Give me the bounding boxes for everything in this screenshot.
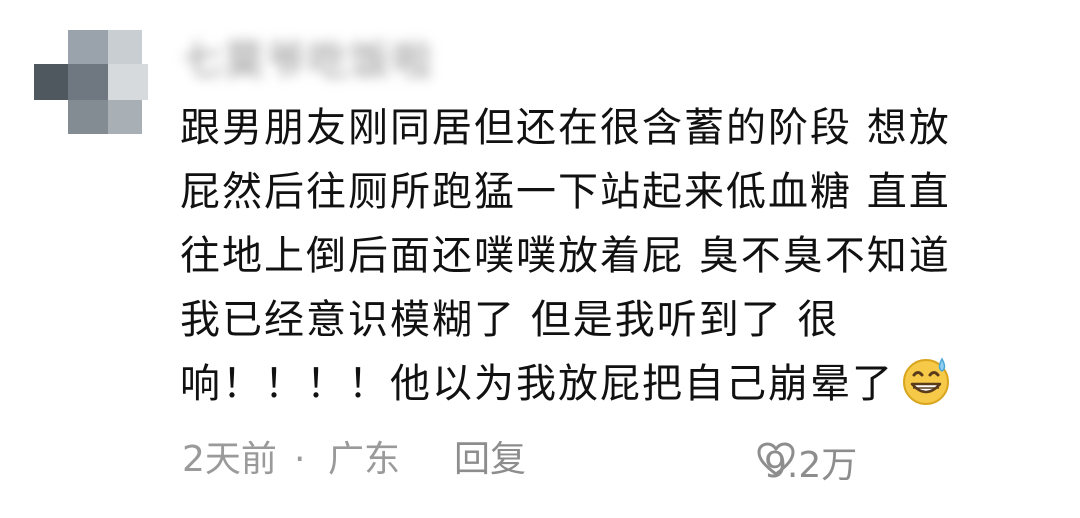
comment-line: 跟男朋友刚同居但还在很含蓄的阶段 想放 bbox=[180, 105, 951, 151]
avatar-pixel bbox=[68, 100, 108, 134]
comment-meta: 2天前 · 广东 回复 9.2万 bbox=[182, 432, 1052, 488]
username[interactable]: 七莫爷吃饭啦 bbox=[182, 28, 434, 84]
avatar[interactable] bbox=[34, 30, 148, 134]
avatar-pixel bbox=[68, 64, 108, 100]
comment-text: 跟男朋友刚同居但还在很含蓄的阶段 想放 屁然后往厕所跑猛一下站起来低血糖 直直 … bbox=[180, 96, 1050, 416]
avatar-pixel bbox=[108, 30, 142, 64]
reply-button[interactable]: 回复 bbox=[454, 432, 526, 488]
comment-line: 我已经意识模糊了 但是我听到了 很 bbox=[180, 297, 840, 343]
comment-line: 往地上倒后面还噗噗放着屁 臭不臭不知道 bbox=[180, 233, 951, 279]
like-count: 9.2万 bbox=[764, 445, 858, 486]
grin-sweat-emoji-icon bbox=[900, 355, 952, 426]
comment-line: 屁然后往厕所跑猛一下站起来低血糖 直直 bbox=[180, 169, 951, 215]
meta-separator: · bbox=[294, 439, 306, 480]
comment-time: 2天前 bbox=[182, 439, 277, 480]
avatar-pixel bbox=[68, 30, 108, 64]
avatar-pixel bbox=[34, 64, 68, 100]
comment-line-text: 响！！！！他以为我放屁把自己崩晕了 bbox=[180, 361, 894, 407]
comment-card: 七莫爷吃饭啦 跟男朋友刚同居但还在很含蓄的阶段 想放 屁然后往厕所跑猛一下站起来… bbox=[0, 0, 1080, 518]
avatar-pixel bbox=[108, 100, 142, 134]
avatar-pixel bbox=[108, 64, 148, 100]
comment-line-last: 响！！！！他以为我放屁把自己崩晕了 bbox=[180, 352, 1050, 416]
comment-location: 广东 bbox=[328, 439, 401, 480]
